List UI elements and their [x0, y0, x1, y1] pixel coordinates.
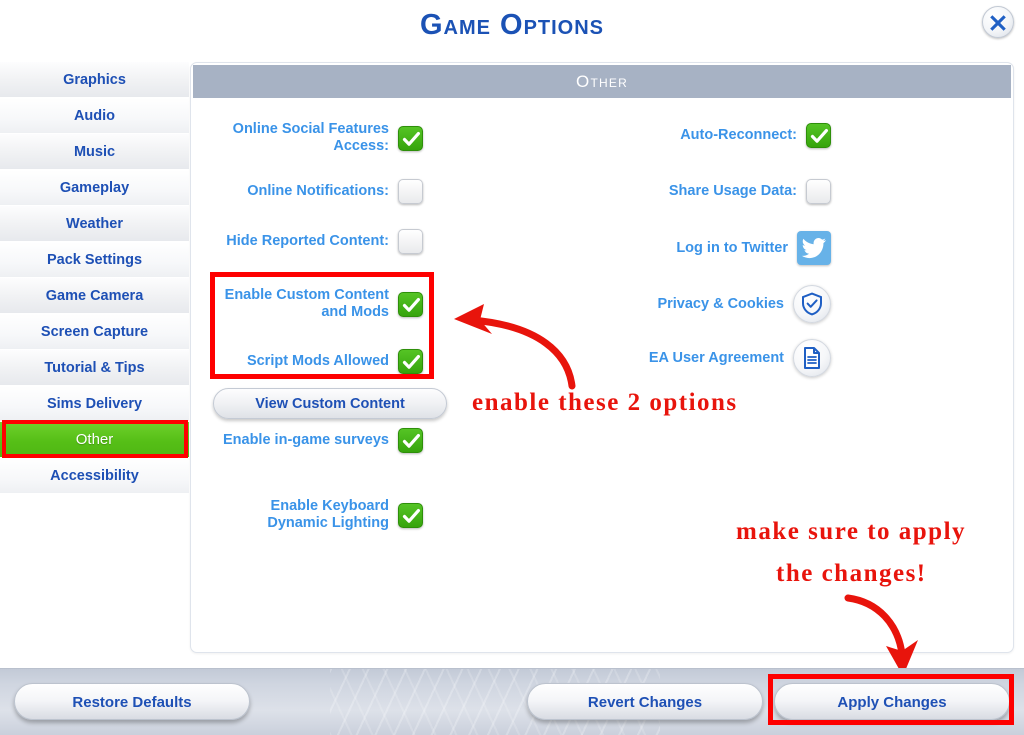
check-icon: [402, 508, 420, 523]
sidebar-item-other[interactable]: Other: [0, 422, 189, 458]
enable-options-annotation: enable these 2 options: [472, 389, 738, 416]
option-label: Share Usage Data:: [668, 183, 797, 199]
option-label: Enable Keyboard Dynamic Lighting: [267, 498, 389, 531]
option-label: Online Notifications:: [247, 183, 389, 199]
checkbox-script-mods-allowed[interactable]: [398, 349, 423, 374]
option-label: Privacy & Cookies: [657, 295, 784, 312]
option-enable-keyboard-dynamic-lighting: Enable Keyboard Dynamic Lighting: [201, 498, 423, 532]
option-label: Enable Custom Content and Mods: [224, 287, 389, 320]
sidebar-item-label: Accessibility: [50, 468, 139, 484]
sidebar-item-label: Weather: [66, 216, 123, 232]
apply-changes-annotation-line1: make sure to apply: [736, 518, 967, 545]
shield-check-glyph: [802, 292, 822, 316]
checkbox-enable-keyboard-dynamic-lighting[interactable]: [398, 502, 423, 528]
apply-changes-annotation-line2: the changes!: [776, 560, 927, 587]
close-icon[interactable]: [982, 6, 1014, 38]
sidebar-item-graphics[interactable]: Graphics: [0, 62, 189, 98]
option-script-mods-allowed: Script Mods Allowed: [201, 349, 423, 374]
sidebar-item-weather[interactable]: Weather: [0, 206, 189, 242]
option-label: EA User Agreement: [648, 349, 784, 366]
sidebar-item-label: Game Camera: [45, 288, 144, 304]
option-label: Log in to Twitter: [676, 239, 788, 256]
option-label: Auto-Reconnect:: [680, 127, 797, 143]
view-custom-content-button[interactable]: View Custom Content: [213, 388, 447, 419]
sidebar: Graphics Audio Music Gameplay Weather Pa…: [0, 62, 189, 498]
twitter-bird-glyph: [801, 238, 826, 259]
shield-check-icon[interactable]: [793, 285, 831, 323]
sidebar-item-gameplay[interactable]: Gameplay: [0, 170, 189, 206]
check-icon: [402, 131, 420, 146]
sidebar-item-pack-settings[interactable]: Pack Settings: [0, 242, 189, 278]
apply-changes-button[interactable]: Apply Changes: [774, 683, 1010, 720]
checkbox-enable-custom-content-and-mods[interactable]: [398, 291, 423, 317]
option-ea-user-agreement: EA User Agreement: [605, 339, 831, 377]
sidebar-item-label: Gameplay: [59, 180, 130, 196]
page-title: Game Options: [419, 9, 605, 41]
option-online-social-features-access: Online Social Features Access:: [201, 121, 423, 155]
check-icon: [402, 297, 420, 312]
checkbox-enable-in-game-surveys[interactable]: [398, 428, 423, 453]
title-bar: Game Options: [0, 0, 1024, 56]
sidebar-item-label: Screen Capture: [40, 324, 149, 340]
sidebar-item-accessibility[interactable]: Accessibility: [0, 458, 189, 494]
sidebar-item-label: Tutorial & Tips: [44, 360, 145, 376]
sidebar-item-label: Audio: [73, 108, 116, 124]
option-privacy-and-cookies: Privacy & Cookies: [605, 285, 831, 323]
sidebar-item-tutorial-tips[interactable]: Tutorial & Tips: [0, 350, 189, 386]
sidebar-item-audio[interactable]: Audio: [0, 98, 189, 134]
option-online-notifications: Online Notifications:: [201, 179, 423, 204]
game-options-dialog: Game Options Graphics Audio Music Gamepl…: [0, 0, 1024, 735]
option-hide-reported-content: Hide Reported Content:: [201, 229, 423, 254]
option-share-usage-data: Share Usage Data:: [611, 179, 831, 204]
sidebar-item-label: Other: [75, 431, 114, 448]
footer-bar: Restore Defaults Revert Changes Apply Ch…: [0, 668, 1024, 735]
section-header: Other: [193, 65, 1011, 98]
check-icon: [402, 355, 420, 369]
checkbox-online-social-features-access[interactable]: [398, 125, 423, 151]
option-enable-custom-content-and-mods: Enable Custom Content and Mods: [201, 287, 423, 321]
sidebar-item-game-camera[interactable]: Game Camera: [0, 278, 189, 314]
twitter-icon[interactable]: [797, 231, 831, 265]
option-auto-reconnect: Auto-Reconnect:: [611, 123, 831, 148]
sidebar-item-label: Graphics: [63, 72, 126, 88]
option-log-in-to-twitter: Log in to Twitter: [605, 231, 831, 265]
sidebar-item-label: Music: [73, 144, 116, 160]
sidebar-item-screen-capture[interactable]: Screen Capture: [0, 314, 189, 350]
checkbox-online-notifications[interactable]: [398, 179, 423, 204]
checkbox-share-usage-data[interactable]: [806, 179, 831, 204]
checkbox-auto-reconnect[interactable]: [806, 123, 831, 148]
check-icon: [810, 129, 828, 143]
check-icon: [402, 434, 420, 448]
option-label: Online Social Features Access:: [232, 121, 389, 154]
sidebar-item-sims-delivery[interactable]: Sims Delivery: [0, 386, 189, 422]
option-enable-in-game-surveys: Enable in-game surveys: [201, 428, 423, 453]
document-glyph: [804, 347, 820, 369]
document-icon[interactable]: [793, 339, 831, 377]
option-label: Enable in-game surveys: [222, 432, 389, 448]
revert-changes-button[interactable]: Revert Changes: [527, 683, 763, 720]
sidebar-item-music[interactable]: Music: [0, 134, 189, 170]
checkbox-hide-reported-content[interactable]: [398, 229, 423, 254]
option-label: Hide Reported Content:: [226, 233, 389, 249]
sidebar-item-label: Sims Delivery: [46, 396, 143, 412]
option-label: Script Mods Allowed: [246, 353, 389, 369]
restore-defaults-button[interactable]: Restore Defaults: [14, 683, 250, 720]
close-glyph: [990, 15, 1006, 31]
sidebar-item-label: Pack Settings: [46, 252, 143, 268]
